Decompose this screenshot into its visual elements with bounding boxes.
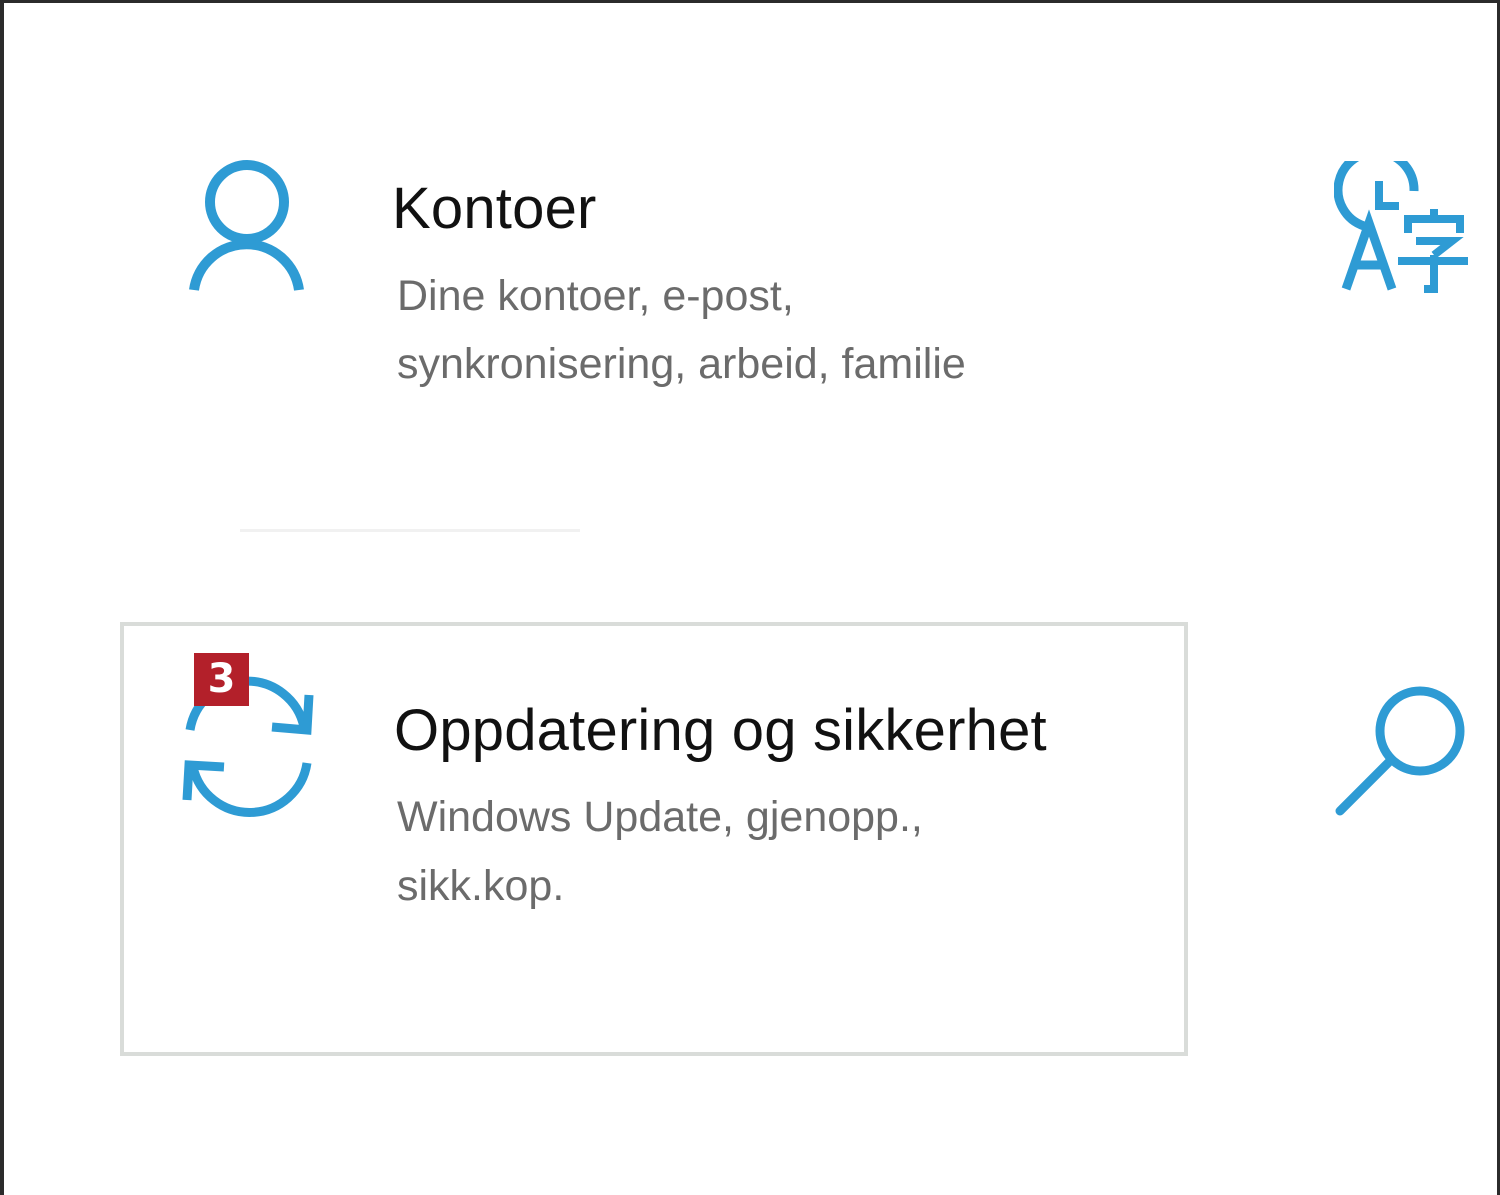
tile-update-security-title: Oppdatering og sikkerhet: [394, 698, 1047, 763]
tile-accounts-description-line1: Dine kontoer, e-post,: [397, 272, 794, 320]
time-language-icon[interactable]: [1334, 161, 1474, 296]
tile-update-security-description-line2: sikk.kop.: [397, 862, 565, 910]
tile-accounts-description-line2: synkronisering, arbeid, familie: [397, 340, 966, 388]
person-icon: [189, 160, 304, 291]
divider: [240, 529, 580, 532]
tile-accounts-title: Kontoer: [392, 176, 597, 241]
notification-badge: 3: [194, 653, 249, 706]
settings-window: Kontoer Dine kontoer, e-post, synkronise…: [0, 0, 1500, 1195]
search-icon[interactable]: [1334, 681, 1474, 816]
tile-update-security-description-line1: Windows Update, gjenopp.,: [397, 793, 923, 841]
